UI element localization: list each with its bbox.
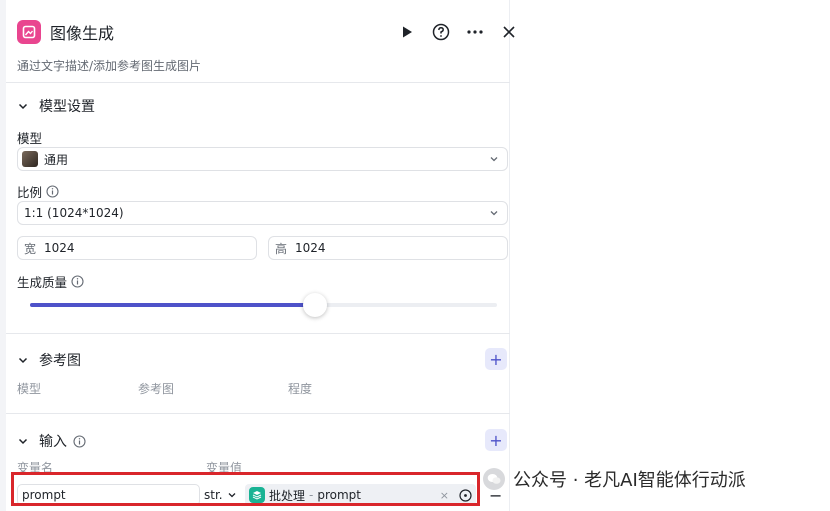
more-button[interactable] (458, 19, 492, 45)
image-generation-icon (17, 20, 41, 44)
section-input[interactable]: 输入 (17, 431, 86, 451)
divider (6, 413, 510, 414)
width-value: 1024 (44, 241, 75, 255)
add-input-button[interactable]: + (485, 429, 507, 451)
model-avatar (22, 151, 38, 167)
chevron-down-icon (489, 208, 499, 218)
panel-title: 图像生成 (50, 24, 115, 43)
close-icon (503, 26, 515, 38)
quality-slider-thumb[interactable] (302, 293, 327, 317)
wechat-icon (483, 468, 505, 490)
quality-slider[interactable] (30, 293, 497, 317)
ratio-value: 1:1 (1024*1024) (24, 206, 124, 220)
model-label-text: 模型 (17, 131, 43, 146)
panel-description: 通过文字描述/添加参考图生成图片 (17, 59, 202, 73)
width-prefix: 宽 (24, 241, 37, 256)
highlight-annotation-box (11, 472, 480, 506)
run-icon (403, 26, 412, 38)
model-value: 通用 (44, 152, 69, 167)
ratio-select[interactable]: 1:1 (1024*1024) (17, 201, 508, 225)
section-title: 输入 (39, 434, 67, 450)
help-button[interactable] (424, 19, 458, 45)
chevron-down-icon (17, 435, 29, 447)
chevron-down-icon (17, 354, 29, 366)
ratio-label: 比例 (17, 182, 59, 201)
image-generation-panel: 图像生成 通过文字描述/添加参考图生成图片 模型设置 模型 通用 比例 1:1 … (0, 0, 515, 511)
wechat-watermark: 公众号 · 老凡AI智能体行动派 (483, 466, 746, 492)
watermark-text: 公众号 · 老凡AI智能体行动派 (513, 470, 746, 491)
quality-label-text: 生成质量 (17, 275, 68, 290)
divider (6, 82, 510, 83)
reference-column-header: 模型 (17, 382, 42, 396)
help-icon (432, 23, 450, 41)
info-icon[interactable] (46, 185, 59, 198)
plus-icon: + (489, 349, 503, 369)
run-button[interactable] (390, 19, 424, 45)
section-reference[interactable]: 参考图 (17, 350, 81, 370)
left-edge-strip (0, 0, 6, 511)
add-reference-button[interactable]: + (485, 348, 507, 370)
plus-icon: + (489, 430, 503, 450)
reference-column-header: 参考图 (138, 382, 175, 396)
header-actions (390, 19, 526, 45)
close-button[interactable] (492, 19, 526, 45)
section-model-settings[interactable]: 模型设置 (17, 96, 95, 116)
quality-label: 生成质量 (17, 272, 84, 291)
height-prefix: 高 (275, 241, 288, 256)
chevron-down-icon (17, 100, 29, 112)
info-icon[interactable] (73, 434, 86, 448)
chevron-down-icon (489, 154, 499, 164)
info-icon[interactable] (71, 275, 84, 288)
reference-column-header: 程度 (288, 382, 313, 396)
width-input[interactable]: 宽 1024 (17, 236, 257, 260)
height-value: 1024 (295, 241, 326, 255)
more-icon (467, 30, 483, 34)
divider (6, 333, 510, 334)
model-label: 模型 (17, 128, 42, 147)
panel-header: 图像生成 (17, 19, 515, 45)
quality-slider-fill (30, 303, 315, 307)
section-title: 模型设置 (39, 99, 95, 115)
height-input[interactable]: 高 1024 (268, 236, 508, 260)
section-title: 参考图 (39, 353, 81, 369)
ratio-label-text: 比例 (17, 185, 43, 200)
model-select[interactable]: 通用 (17, 147, 508, 171)
